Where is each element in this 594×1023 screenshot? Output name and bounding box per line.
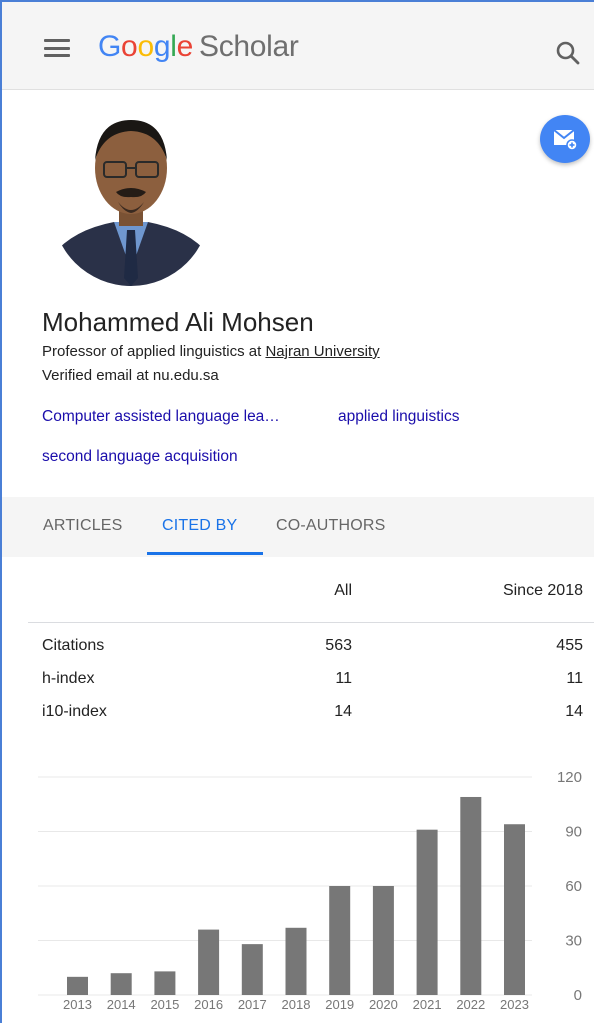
google-scholar-logo[interactable]: Google Scholar bbox=[98, 30, 299, 64]
row-label: i10-index bbox=[42, 703, 107, 720]
column-header-since: Since 2018 bbox=[502, 582, 583, 599]
avatar bbox=[52, 118, 210, 286]
x-tick-label: 2023 bbox=[500, 997, 529, 1012]
bar-2015[interactable] bbox=[154, 971, 176, 995]
x-tick-label: 2013 bbox=[63, 997, 92, 1012]
x-tick-label: 2020 bbox=[369, 997, 398, 1012]
bar-2017[interactable] bbox=[241, 944, 263, 995]
interest-link[interactable]: applied linguistics bbox=[338, 408, 460, 426]
bar-2019[interactable] bbox=[329, 886, 351, 995]
y-tick-label: 30 bbox=[565, 933, 582, 950]
affiliation: Professor of applied linguistics at Najr… bbox=[42, 343, 380, 360]
logo-scholar-text: Scholar bbox=[198, 30, 299, 63]
y-tick-label: 90 bbox=[565, 824, 582, 841]
tab-co-authors[interactable]: CO-AUTHORS bbox=[276, 517, 386, 535]
affiliation-link[interactable]: Najran University bbox=[265, 343, 379, 360]
x-tick-label: 2022 bbox=[456, 997, 485, 1012]
verified-email: Verified email at nu.edu.sa bbox=[42, 367, 219, 384]
x-tick-label: 2015 bbox=[150, 997, 179, 1012]
menu-icon[interactable] bbox=[44, 39, 70, 57]
profile-name: Mohammed Ali Mohsen bbox=[42, 307, 314, 337]
follow-button[interactable] bbox=[540, 115, 590, 163]
i10-index-all: 14 bbox=[334, 703, 352, 720]
interest-link[interactable]: second language acquisition bbox=[42, 448, 238, 466]
bar-2020[interactable] bbox=[372, 886, 394, 995]
mail-follow-icon bbox=[553, 129, 577, 150]
x-tick-label: 2019 bbox=[325, 997, 354, 1012]
x-tick-label: 2016 bbox=[194, 997, 223, 1012]
x-tick-label: 2017 bbox=[238, 997, 267, 1012]
column-header-all: All bbox=[334, 582, 352, 599]
tab-cited-by[interactable]: CITED BY bbox=[162, 517, 237, 535]
interest-link[interactable]: Computer assisted language lea… bbox=[42, 408, 280, 426]
x-tick-label: 2018 bbox=[282, 997, 311, 1012]
bar-2018[interactable] bbox=[285, 927, 307, 995]
profile-tabs: ARTICLES CITED BY CO-AUTHORS bbox=[2, 497, 594, 557]
app-bar: Google Scholar bbox=[2, 2, 594, 90]
tab-articles[interactable]: ARTICLES bbox=[43, 517, 123, 535]
bar-2021[interactable] bbox=[416, 829, 438, 995]
h-index-all: 11 bbox=[335, 670, 352, 687]
search-icon[interactable] bbox=[555, 40, 581, 66]
row-label: Citations bbox=[42, 637, 105, 654]
citations-all: 563 bbox=[325, 637, 352, 654]
i10-index-since: 14 bbox=[565, 703, 583, 720]
active-tab-indicator bbox=[147, 552, 263, 555]
y-tick-label: 120 bbox=[557, 769, 582, 786]
row-label: h-index bbox=[42, 670, 95, 687]
citations-bar-chart: 0 30 60 90 120 2013 2014 2015 2016 2017 2018 2019 20… bbox=[38, 769, 582, 1012]
bar-2013[interactable] bbox=[67, 976, 88, 995]
bar-2023[interactable] bbox=[504, 824, 525, 995]
y-tick-label: 60 bbox=[565, 878, 582, 895]
bar-2016[interactable] bbox=[198, 929, 220, 995]
x-tick-label: 2014 bbox=[107, 997, 136, 1012]
x-tick-label: 2021 bbox=[413, 997, 442, 1012]
table-divider bbox=[28, 622, 594, 623]
y-tick-label: 0 bbox=[574, 987, 582, 1004]
h-index-since: 11 bbox=[566, 670, 583, 687]
bar-2014[interactable] bbox=[110, 973, 132, 995]
citations-since: 455 bbox=[556, 637, 583, 654]
bar-2022[interactable] bbox=[460, 796, 482, 995]
